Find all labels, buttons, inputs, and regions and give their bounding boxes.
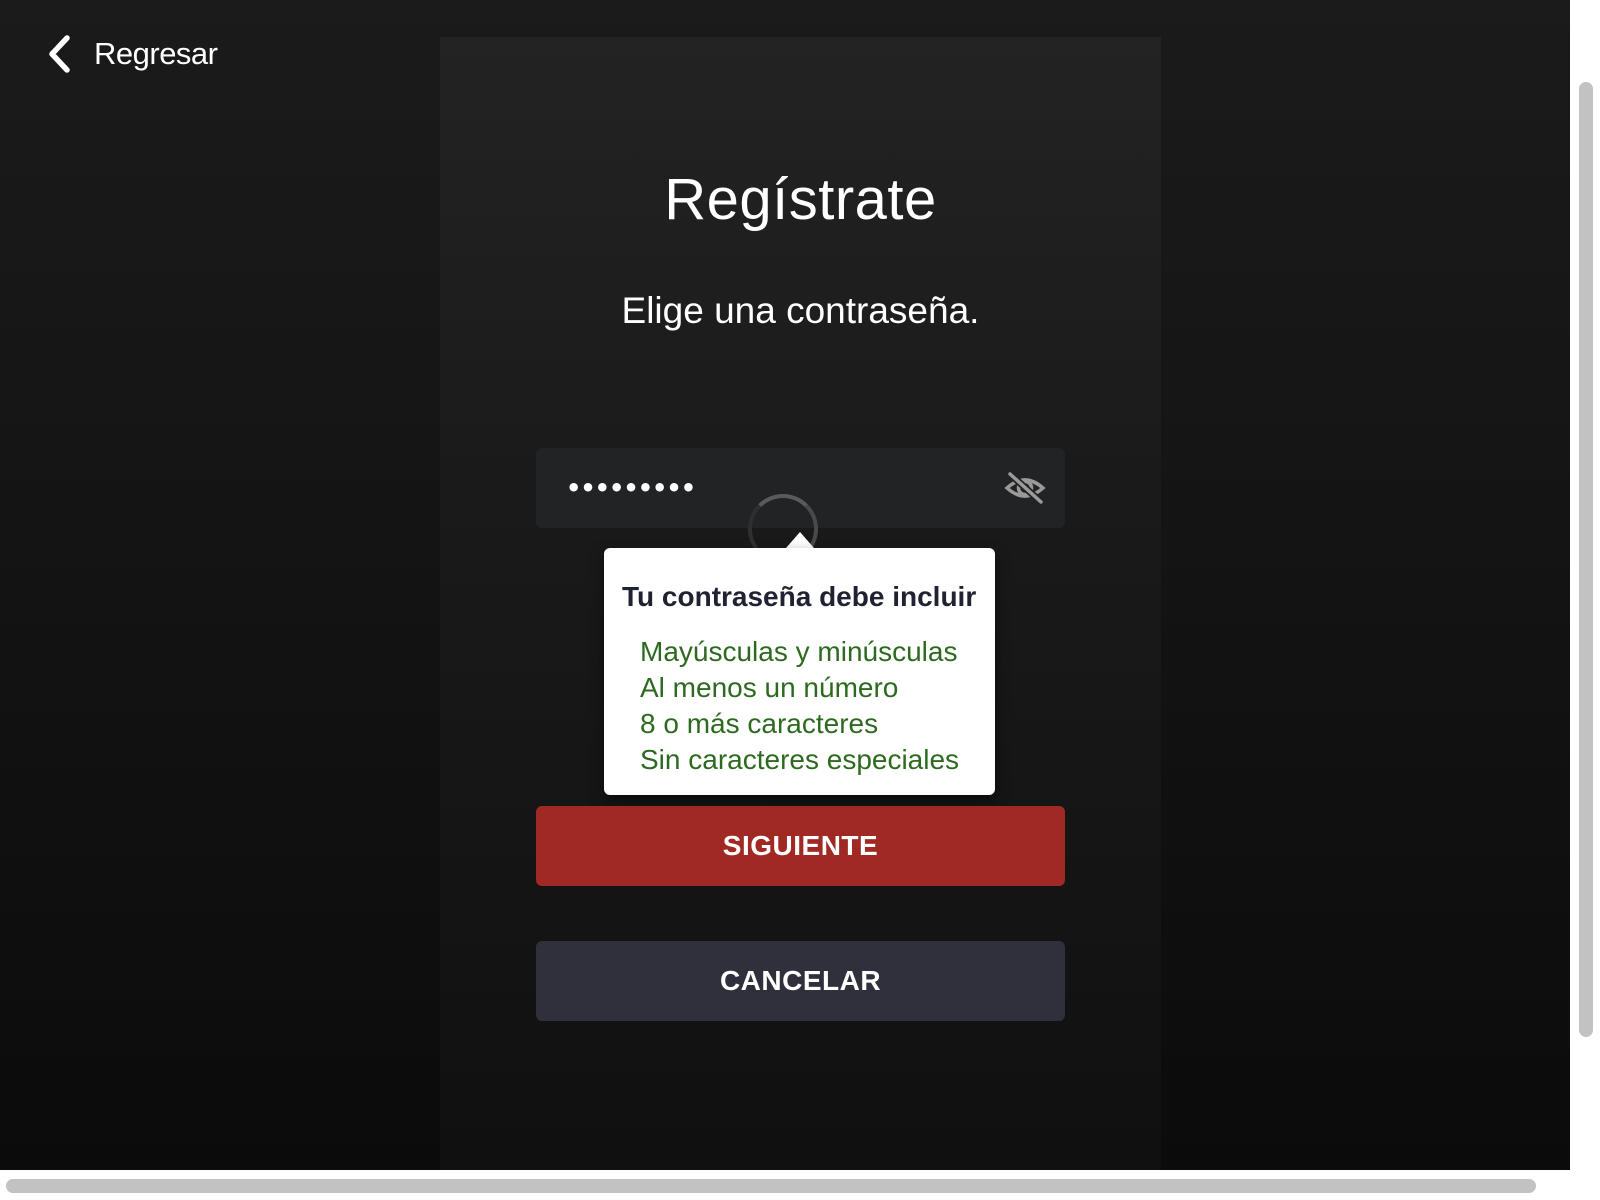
page-background: Regresar Regístrate Elige una contraseña… xyxy=(0,0,1570,1170)
cancel-button[interactable]: CANCELAR xyxy=(536,941,1065,1021)
next-button[interactable]: SIGUIENTE xyxy=(536,806,1065,886)
eye-slash-icon[interactable] xyxy=(1003,466,1047,510)
requirement-item: Al menos un número xyxy=(640,672,899,703)
vertical-scrollbar-thumb[interactable] xyxy=(1579,82,1593,1037)
back-link-label: Regresar xyxy=(94,36,218,71)
requirement-item: Mayúsculas y minúsculas xyxy=(640,636,958,667)
password-requirements-tooltip: Tu contraseña debe incluir Mayúsculas y … xyxy=(604,548,995,795)
tooltip-title: Tu contraseña debe incluir xyxy=(622,581,977,612)
chevron-left-icon xyxy=(46,34,72,74)
tooltip-arrow xyxy=(786,532,814,548)
back-link[interactable]: Regresar xyxy=(46,32,218,76)
page-title: Regístrate xyxy=(664,167,937,232)
requirement-item: Sin caracteres especiales xyxy=(640,744,960,775)
requirements-list: Mayúsculas y minúsculas Al menos un núme… xyxy=(640,634,959,778)
horizontal-scrollbar-thumb[interactable] xyxy=(6,1179,1536,1193)
page-subtitle: Elige una contraseña. xyxy=(621,290,980,331)
requirement-item: 8 o más caracteres xyxy=(640,708,879,739)
